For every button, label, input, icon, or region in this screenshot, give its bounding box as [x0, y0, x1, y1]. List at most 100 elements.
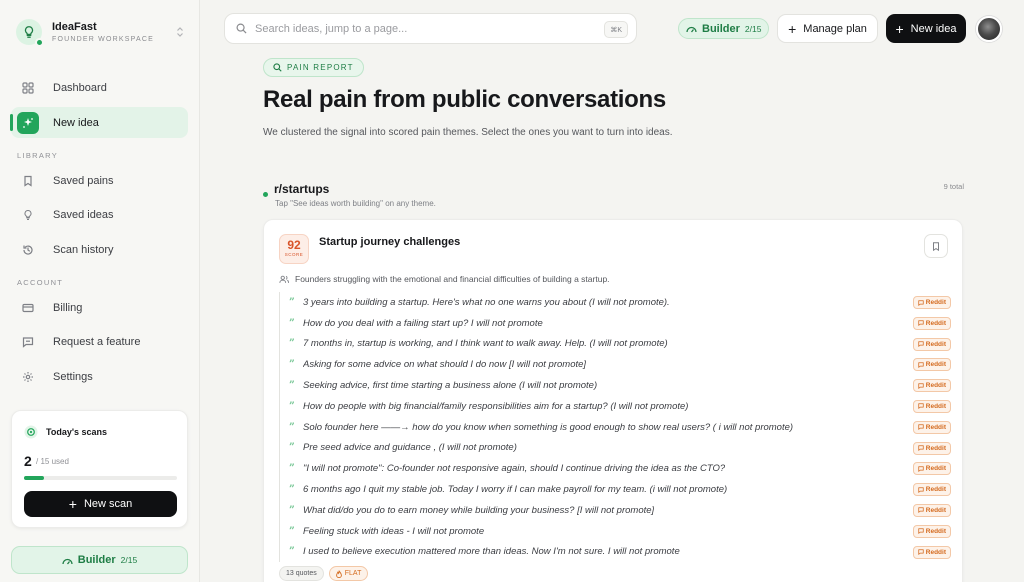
- quote-row[interactable]: ” How do people with big financial/family…: [280, 396, 951, 417]
- source-badge[interactable]: Reddit: [912, 296, 951, 309]
- quote-row[interactable]: ” Solo founder here ——→ how do you know w…: [280, 417, 951, 438]
- quote-text: How do you deal with a failing start up?…: [303, 317, 543, 329]
- source-badge[interactable]: Reddit: [912, 462, 951, 476]
- search-bar[interactable]: ⌘K: [224, 13, 637, 44]
- quote-row[interactable]: ” 6 months ago I quit my stable job. Toda…: [280, 479, 951, 500]
- source-badge[interactable]: Reddit: [912, 524, 951, 538]
- quote-row[interactable]: ” Feeling stuck with ideas - I will not p…: [280, 521, 951, 542]
- comment-icon: [918, 424, 926, 431]
- quote-icon: ”: [289, 400, 295, 412]
- comment-icon: [918, 403, 926, 410]
- quote-icon: ”: [289, 338, 295, 350]
- manage-plan-button[interactable]: + Manage plan: [777, 14, 878, 43]
- quote-row[interactable]: ” Pre seed advice and guidance , (I will …: [280, 438, 951, 459]
- source-badge[interactable]: Reddit: [912, 441, 951, 455]
- brand-logo: [16, 19, 44, 47]
- status-dot: [35, 38, 44, 47]
- quote-icon: ”: [289, 546, 295, 558]
- history-icon: [17, 239, 39, 261]
- gear-icon: [17, 366, 39, 388]
- quote-text: Asking for some advice on what should I …: [303, 359, 587, 371]
- comment-icon: [918, 549, 926, 556]
- nav-item-label: Saved ideas: [53, 208, 114, 221]
- section-label-account: ACCOUNT: [17, 278, 64, 287]
- quote-icon: ”: [289, 296, 295, 308]
- source-label: Reddit: [925, 361, 946, 369]
- nav-item-label: New idea: [53, 116, 99, 129]
- quote-row[interactable]: ” How do you deal with a failing start up…: [280, 313, 951, 334]
- source-label: Reddit: [925, 486, 946, 494]
- plan-pill[interactable]: Builder 2/15: [11, 546, 188, 574]
- quote-row[interactable]: ” 3 years into building a startup. Here's…: [280, 292, 951, 313]
- source-label: Reddit: [925, 527, 946, 535]
- nav-item-saved-pains[interactable]: Saved pains: [11, 165, 188, 196]
- quote-row[interactable]: ” Asking for some advice on what should I…: [280, 354, 951, 375]
- workspace-switcher[interactable]: IdeaFast FOUNDER WORKSPACE: [16, 19, 184, 47]
- quote-icon: ”: [289, 484, 295, 496]
- plus-icon: +: [68, 496, 77, 512]
- source-badge[interactable]: Reddit: [912, 358, 951, 372]
- radar-icon: [24, 425, 38, 439]
- source-label: Reddit: [925, 340, 946, 348]
- lightbulb-icon: [17, 204, 39, 226]
- quote-icon: ”: [289, 317, 295, 329]
- quote-row[interactable]: ” I used to believe execution mattered mo…: [280, 542, 951, 563]
- source-badge[interactable]: Reddit: [912, 420, 951, 434]
- source-label: Reddit: [925, 299, 946, 306]
- quote-text: 7 months in, startup is working, and I t…: [303, 338, 668, 350]
- new-scan-button[interactable]: + New scan: [24, 491, 177, 517]
- plan-count: 2/15: [120, 555, 138, 565]
- source-badge[interactable]: Reddit: [912, 545, 951, 559]
- nav-item-scan-history[interactable]: Scan history: [11, 234, 188, 265]
- source-badge[interactable]: Reddit: [912, 399, 951, 413]
- subreddit-hint: Tap "See ideas worth building" on any th…: [275, 199, 436, 208]
- builder-plan-chip[interactable]: Builder 2/15: [678, 18, 770, 39]
- quote-icon: ”: [289, 504, 295, 516]
- quote-row[interactable]: ” "I will not promote": Co-founder not re…: [280, 458, 951, 479]
- scans-used-count: 2: [24, 453, 32, 469]
- comment-icon: [918, 528, 926, 535]
- new-idea-button[interactable]: + New idea: [886, 14, 966, 43]
- source-badge[interactable]: Reddit: [912, 379, 951, 393]
- sparkle-icon: [17, 111, 39, 134]
- quote-row[interactable]: ” 7 months in, startup is working, and I …: [280, 334, 951, 355]
- quote-icon: ”: [289, 421, 295, 433]
- theme-title: Startup journey challenges: [319, 236, 461, 248]
- message-icon: [17, 331, 39, 353]
- quote-icon: ”: [289, 463, 295, 475]
- plan-name: Builder: [77, 554, 116, 566]
- nav-item-dashboard[interactable]: Dashboard: [11, 72, 188, 103]
- nav-item-settings[interactable]: Settings: [11, 361, 188, 392]
- new-scan-label: New scan: [83, 498, 133, 510]
- nav-item-saved-ideas[interactable]: Saved ideas: [11, 199, 188, 230]
- users-icon: [279, 275, 295, 284]
- scans-progress-bar: [24, 476, 177, 480]
- source-badge[interactable]: Reddit: [912, 337, 951, 351]
- source-label: Reddit: [925, 319, 946, 327]
- nav-item-billing[interactable]: Billing: [11, 292, 188, 323]
- search-input[interactable]: [255, 22, 585, 35]
- user-avatar[interactable]: [976, 16, 1002, 42]
- quote-text: Feeling stuck with ideas - I will not pr…: [303, 525, 485, 537]
- chevron-updown-icon: [176, 27, 184, 37]
- pain-theme-card[interactable]: 92 SCORE Startup journey challenges Foun…: [263, 219, 963, 582]
- nav-item-new-idea[interactable]: New idea: [10, 107, 188, 138]
- themes-total: 9 total: [943, 182, 964, 191]
- comment-icon: [918, 466, 926, 472]
- manage-plan-label: Manage plan: [803, 22, 867, 35]
- quote-icon: ”: [289, 380, 295, 392]
- quote-text: Solo founder here ——→ how do you know wh…: [303, 421, 794, 433]
- source-label: Reddit: [925, 423, 946, 431]
- quote-icon: ”: [289, 525, 295, 537]
- source-label: Reddit: [925, 465, 946, 473]
- quote-row[interactable]: ” What did/do you do to earn money while …: [280, 500, 951, 521]
- save-theme-button[interactable]: [924, 234, 948, 258]
- nav-item-request-feature[interactable]: Request a feature: [11, 326, 188, 357]
- brand-subtitle: FOUNDER WORKSPACE: [52, 36, 154, 43]
- source-badge[interactable]: Reddit: [912, 483, 951, 497]
- quote-row[interactable]: ” Seeking advice, first time starting a b…: [280, 375, 951, 396]
- quote-icon: ”: [289, 442, 295, 454]
- nav-item-label: Billing: [53, 301, 83, 314]
- source-badge[interactable]: Reddit: [912, 503, 951, 517]
- source-badge[interactable]: Reddit: [912, 316, 951, 330]
